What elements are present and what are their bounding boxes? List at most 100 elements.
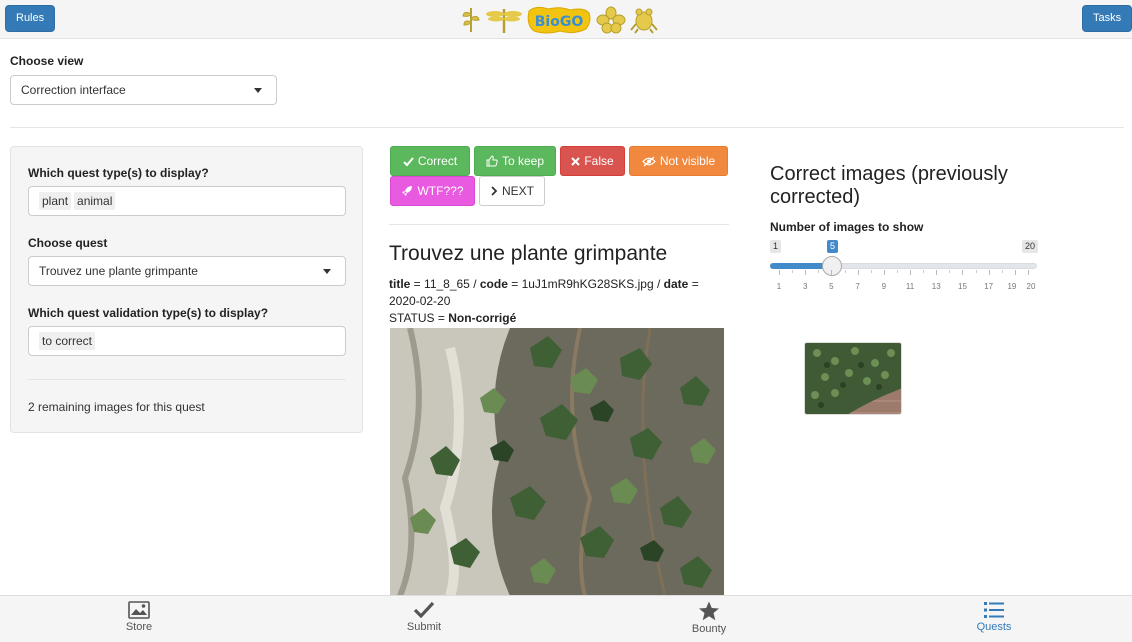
choose-quest-label: Choose quest bbox=[28, 236, 108, 250]
thumbs-up-icon bbox=[486, 155, 498, 167]
to-keep-button[interactable]: To keep bbox=[474, 146, 556, 176]
tab-bounty[interactable]: Bounty bbox=[649, 596, 769, 642]
slider-tick bbox=[845, 270, 846, 273]
tasks-button[interactable]: Tasks bbox=[1082, 5, 1132, 32]
validation-type-tag[interactable]: to correct bbox=[39, 332, 96, 350]
frog-logo-icon bbox=[630, 8, 658, 34]
rules-button[interactable]: Rules bbox=[5, 5, 56, 32]
slider-tick bbox=[910, 270, 911, 275]
close-icon bbox=[571, 156, 581, 166]
next-button[interactable]: NEXT bbox=[479, 176, 545, 206]
slider-tick-label: 5 bbox=[829, 282, 834, 291]
slider-tick bbox=[989, 270, 990, 275]
bottom-tab-bar: Store Submit Bounty Quests bbox=[0, 595, 1132, 642]
check-icon bbox=[403, 156, 414, 166]
slider-tick bbox=[1015, 270, 1016, 275]
slider-tick-label: 9 bbox=[881, 282, 887, 291]
tab-store-label: Store bbox=[125, 621, 153, 633]
validation-type-input[interactable]: to correct bbox=[28, 326, 346, 356]
slider-tick bbox=[818, 270, 819, 273]
quest-type-label: Which quest type(s) to display? bbox=[28, 166, 209, 180]
slider-tick bbox=[923, 270, 924, 273]
slider-tick bbox=[1002, 270, 1003, 273]
meta-code-key: code bbox=[479, 277, 508, 291]
meta-title-value: 11_8_65 bbox=[424, 277, 470, 291]
slider-tick bbox=[884, 270, 885, 275]
to-keep-button-label: To keep bbox=[501, 154, 545, 168]
svg-text:BioGO: BioGO bbox=[535, 14, 584, 30]
tab-quests-label: Quests bbox=[976, 621, 1012, 633]
slider-tick-label: 3 bbox=[802, 282, 808, 291]
meta-date-key: date bbox=[663, 277, 689, 291]
check-icon bbox=[413, 601, 435, 619]
remaining-images-text: 2 remaining images for this quest bbox=[28, 400, 205, 414]
top-navbar: Rules BioGO Tasks bbox=[0, 0, 1132, 39]
meta-date-value: 2020-02-20 bbox=[389, 294, 451, 308]
image-metadata: title = 11_8_65 / code = 1uJ1mR9hKG28SKS… bbox=[389, 277, 699, 325]
chevron-right-icon bbox=[491, 186, 498, 196]
slider-tick-label: 11 bbox=[905, 282, 915, 291]
tab-quests[interactable]: Quests bbox=[934, 596, 1054, 642]
correct-images-title: Correct images (previously corrected) bbox=[770, 163, 1008, 208]
slider-tick bbox=[871, 270, 872, 273]
false-button-label: False bbox=[584, 154, 614, 168]
quest-type-tag[interactable]: animal bbox=[74, 192, 116, 210]
slider-label: Number of images to show bbox=[770, 220, 924, 234]
list-icon bbox=[984, 602, 1004, 618]
correct-button-label: Correct bbox=[417, 154, 458, 168]
slider-tick bbox=[962, 270, 963, 275]
biogo-logo: BioGO bbox=[460, 4, 658, 35]
slider-tick bbox=[792, 270, 793, 273]
wtf-button[interactable]: WTF??? bbox=[390, 176, 475, 206]
slider-max-label: 20 bbox=[1022, 240, 1039, 253]
slider-tick bbox=[858, 270, 859, 275]
meta-status-value: Non-corrigé bbox=[448, 311, 517, 325]
divider bbox=[10, 127, 1124, 128]
slider-tick bbox=[805, 270, 806, 275]
tab-store[interactable]: Store bbox=[79, 596, 199, 642]
correct-image-thumbnail[interactable] bbox=[804, 342, 902, 415]
quest-select[interactable]: Trouvez une plante grimpante bbox=[28, 256, 346, 286]
view-select[interactable]: Correction interface bbox=[10, 75, 277, 105]
slider-tick bbox=[831, 270, 832, 275]
slider-tick-label: 17 bbox=[984, 282, 994, 291]
slider-tick bbox=[1028, 270, 1029, 275]
slider-tick bbox=[779, 270, 780, 275]
quest-type-input[interactable]: plant animal bbox=[28, 186, 346, 216]
eye-slash-icon bbox=[641, 155, 656, 167]
quest-title: Trouvez une plante grimpante bbox=[389, 242, 668, 265]
slider-tick-label: 20 bbox=[1026, 282, 1036, 291]
meta-title-key: title bbox=[389, 277, 411, 291]
correct-button[interactable]: Correct bbox=[390, 146, 470, 176]
not-visible-button[interactable]: Not visible bbox=[629, 146, 728, 176]
wtf-button-label: WTF??? bbox=[417, 184, 464, 198]
rocket-icon bbox=[402, 186, 413, 196]
filter-panel: Which quest type(s) to display? plant an… bbox=[10, 146, 363, 433]
quest-photo bbox=[390, 328, 724, 596]
quest-type-tag[interactable]: plant bbox=[39, 192, 72, 210]
dragonfly-logo-icon bbox=[486, 8, 522, 33]
plant-logo-icon bbox=[462, 7, 480, 32]
tab-submit-label: Submit bbox=[406, 621, 442, 633]
tab-submit[interactable]: Submit bbox=[364, 596, 484, 642]
slider-tick-label: 13 bbox=[931, 282, 941, 291]
panel-divider bbox=[28, 379, 346, 380]
slider-tick-label: 15 bbox=[958, 282, 967, 291]
meta-status-key: STATUS bbox=[389, 311, 435, 325]
caret-down-icon bbox=[323, 269, 331, 274]
choose-view-label: Choose view bbox=[10, 54, 84, 68]
flower-logo-icon bbox=[596, 6, 626, 33]
false-button[interactable]: False bbox=[560, 146, 625, 176]
slider-tick bbox=[936, 270, 937, 275]
validation-type-label: Which quest validation type(s) to displa… bbox=[28, 306, 269, 320]
next-button-label: NEXT bbox=[501, 184, 534, 198]
biogo-wordmark: BioGO bbox=[527, 6, 591, 33]
slider-handle[interactable] bbox=[822, 256, 842, 276]
meta-code-value: 1uJ1mR9hKG28SKS.jpg bbox=[521, 277, 654, 291]
slider-min-label: 1 bbox=[770, 240, 782, 253]
slider-tick-label: 1 bbox=[776, 282, 782, 291]
slider-tick bbox=[897, 270, 898, 273]
slider-tick-label: 7 bbox=[855, 282, 860, 291]
slider-tick-label: 19 bbox=[1007, 282, 1017, 291]
quest-select-value: Trouvez une plante grimpante bbox=[39, 264, 198, 278]
